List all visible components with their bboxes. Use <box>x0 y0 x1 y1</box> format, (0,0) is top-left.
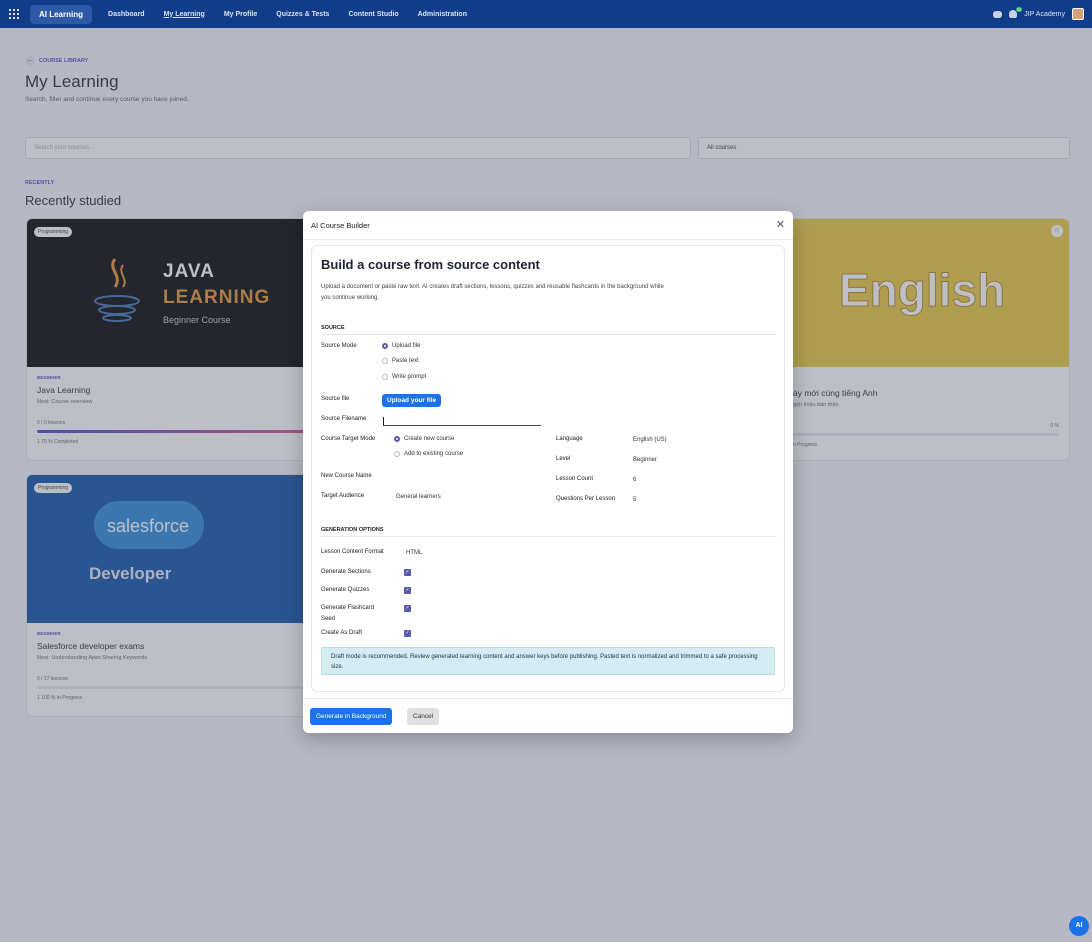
nav-right: 22 JIP Academy <box>993 0 1084 28</box>
target-audience-input[interactable]: General learners <box>396 494 441 500</box>
language-select[interactable]: English (US) <box>633 437 667 443</box>
nav-content-studio[interactable]: Content Studio <box>348 11 398 18</box>
nav-links: Dashboard My Learning My Profile Quizzes… <box>108 11 467 18</box>
nav-dashboard[interactable]: Dashboard <box>108 11 145 18</box>
nav-administration[interactable]: Administration <box>418 11 467 18</box>
form-heading: Build a course from source content <box>321 257 540 272</box>
bell-icon[interactable]: 22 <box>1009 7 1023 18</box>
target-audience-label: Target Audience <box>321 493 365 499</box>
radio-dot <box>382 374 388 380</box>
modal-title: AI Course Builder <box>311 220 370 230</box>
source-section-title: SOURCE <box>321 325 345 331</box>
cancel-button[interactable]: Cancel <box>407 708 440 725</box>
nav-my-profile[interactable]: My Profile <box>224 11 257 18</box>
text-caret <box>383 417 384 425</box>
radio-add-existing-course[interactable]: Add to existing course <box>394 451 463 457</box>
gen-flashcard-checkbox[interactable]: ✓ <box>404 605 411 612</box>
create-draft-checkbox[interactable]: ✓ <box>404 630 411 637</box>
modal-header: AI Course Builder ✕ <box>303 211 793 240</box>
target-mode-label: Course Target Mode <box>321 436 376 442</box>
course-builder-form: Build a course from source content Uploa… <box>311 245 785 692</box>
nav-my-learning[interactable]: My Learning <box>164 11 205 18</box>
radio-paste-text[interactable]: Paste text <box>382 358 419 364</box>
lesson-count-label: Lesson Count <box>556 476 594 482</box>
brand-button[interactable]: AI Learning <box>30 4 93 24</box>
create-draft-label: Create As Draft <box>321 630 363 636</box>
radio-dot <box>394 436 400 442</box>
radio-create-new-course[interactable]: Create new course <box>394 436 454 442</box>
avatar[interactable] <box>1072 8 1084 20</box>
chat-icon[interactable] <box>993 10 1003 18</box>
radio-label: Create new course <box>404 436 455 442</box>
modal-footer: Generate in Background Cancel <box>303 698 793 733</box>
draft-info-alert: Draft mode is recommended. Review genera… <box>321 647 775 675</box>
questions-per-lesson-label: Questions Per Lesson <box>556 496 616 502</box>
source-file-label: Source file <box>321 396 350 402</box>
radio-dot <box>394 451 400 457</box>
close-icon[interactable]: ✕ <box>776 219 785 231</box>
radio-dot <box>382 343 388 349</box>
content-format-label: Lesson Content Format <box>321 549 384 555</box>
lesson-count-input[interactable]: 6 <box>633 477 636 483</box>
radio-label: Add to existing course <box>404 451 464 457</box>
form-description: Upload a document or paste raw text. AI … <box>321 284 664 301</box>
notification-badge: 22 <box>1015 7 1023 12</box>
top-nav: AI Learning Dashboard My Learning My Pro… <box>0 0 1092 28</box>
level-label: Level <box>556 456 571 462</box>
gen-quizzes-checkbox[interactable]: ✓ <box>404 587 411 594</box>
level-select[interactable]: Beginner <box>633 457 657 463</box>
gen-sections-label: Generate Sections <box>321 569 371 575</box>
source-mode-label: Source Mode <box>321 343 357 349</box>
generate-button[interactable]: Generate in Background <box>310 708 393 725</box>
language-label: Language <box>556 436 583 442</box>
company-name[interactable]: JIP Academy <box>1024 11 1065 18</box>
radio-upload-file[interactable]: Upload file <box>382 343 420 349</box>
gen-quizzes-label: Generate Quizzes <box>321 587 370 593</box>
new-course-name-label: New Course Name <box>321 473 372 479</box>
generation-section-title: GENERATION OPTIONS <box>321 527 384 533</box>
source-filename-input[interactable] <box>383 417 541 426</box>
radio-label: Upload file <box>392 343 421 349</box>
divider <box>321 334 777 335</box>
content-format-select[interactable]: HTML <box>406 550 422 556</box>
radio-dot <box>382 358 388 364</box>
radio-label: Paste text <box>392 358 419 364</box>
radio-write-prompt[interactable]: Write prompt <box>382 374 426 380</box>
divider <box>321 536 777 537</box>
gen-flashcard-label-line2: Seed <box>321 616 336 622</box>
ai-course-builder-modal: AI Course Builder ✕ Build a course from … <box>303 211 793 733</box>
apps-grid-icon[interactable] <box>0 0 28 28</box>
radio-label: Write prompt <box>392 374 427 380</box>
nav-quizzes[interactable]: Quizzes & Tests <box>276 11 329 18</box>
upload-file-button[interactable]: Upload your file <box>382 394 442 407</box>
gen-sections-checkbox[interactable]: ✓ <box>404 569 411 576</box>
ai-assistant-button[interactable]: AI <box>1069 916 1089 936</box>
questions-per-lesson-input[interactable]: 5 <box>633 497 636 503</box>
source-filename-label: Source Filename <box>321 416 367 422</box>
gen-flashcard-label: Generate Flashcard <box>321 605 375 611</box>
